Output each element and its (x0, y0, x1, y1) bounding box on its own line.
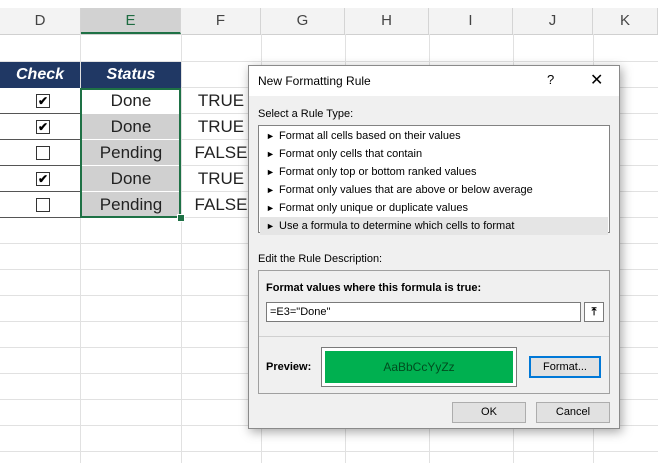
arrow-right-icon: ► (266, 149, 275, 159)
fill-handle[interactable] (177, 214, 185, 222)
arrow-right-icon: ► (266, 203, 275, 213)
grid-line (0, 451, 658, 452)
rule-description-panel: Format values where this formula is true… (258, 270, 610, 394)
rule-type-text: Use a formula to determine which cells t… (279, 220, 515, 232)
format-button[interactable]: Format... (529, 356, 601, 378)
dialog-titlebar[interactable]: New Formatting Rule ? ✕ (249, 66, 619, 96)
rule-type-label: Select a Rule Type: (258, 108, 354, 120)
rule-type-text: Format only values that are above or bel… (279, 184, 533, 196)
rule-type-item-selected[interactable]: ► Use a formula to determine which cells … (260, 217, 608, 235)
checkbox-row-5[interactable] (36, 198, 50, 212)
checkbox-row-3[interactable] (36, 146, 50, 160)
header-check[interactable]: Check (0, 62, 80, 88)
rule-type-list[interactable]: ► Format all cells based on their values … (258, 125, 610, 235)
header-status[interactable]: Status (81, 62, 181, 88)
ok-button[interactable]: OK (452, 402, 526, 423)
new-formatting-rule-dialog: New Formatting Rule ? ✕ Select a Rule Ty… (248, 65, 620, 429)
arrow-right-icon: ► (266, 221, 275, 231)
arrow-right-icon: ► (266, 131, 275, 141)
edit-description-label: Edit the Rule Description: (258, 253, 383, 265)
column-header-j[interactable]: J (513, 8, 593, 34)
row-border (0, 191, 80, 192)
toolbar-strip (0, 0, 658, 8)
close-button[interactable]: ✕ (590, 70, 603, 90)
column-header-row: D E F G H I J K (0, 8, 658, 35)
collapse-dialog-icon: ⤒ (591, 306, 597, 318)
column-header-h[interactable]: H (345, 8, 429, 34)
rule-description-inner: Format values where this formula is true… (259, 271, 609, 393)
rule-type-text: Format all cells based on their values (279, 130, 461, 142)
column-header-d[interactable]: D (0, 8, 81, 34)
row-border (0, 113, 80, 114)
checkbox-row-4[interactable]: ✔ (36, 172, 50, 186)
arrow-right-icon: ► (266, 185, 275, 195)
rule-type-text: Format only cells that contain (279, 148, 423, 160)
formula-input[interactable]: =E3="Done" (266, 302, 581, 322)
rule-type-text: Format only top or bottom ranked values (279, 166, 477, 178)
checkbox-row-2[interactable]: ✔ (36, 120, 50, 134)
preview-sample: AaBbCcYyZz (325, 351, 513, 383)
divider (259, 336, 609, 337)
rule-type-text: Format only unique or duplicate values (279, 202, 468, 214)
row-border (0, 217, 80, 218)
arrow-right-icon: ► (266, 167, 275, 177)
rule-type-item[interactable]: ► Format only unique or duplicate values (260, 199, 608, 217)
row-border (0, 139, 80, 140)
column-header-i[interactable]: I (429, 8, 513, 34)
column-header-k[interactable]: K (593, 8, 658, 34)
column-header-f[interactable]: F (181, 8, 261, 34)
rule-type-item[interactable]: ► Format only top or bottom ranked values (260, 163, 608, 181)
row-border (0, 165, 80, 166)
rule-type-item[interactable]: ► Format only values that are above or be… (260, 181, 608, 199)
cancel-button[interactable]: Cancel (536, 402, 610, 423)
help-button[interactable]: ? (547, 72, 554, 87)
column-header-e[interactable]: E (81, 8, 181, 34)
preview-label: Preview: (266, 361, 312, 373)
column-header-g[interactable]: G (261, 8, 345, 34)
preview-box: AaBbCcYyZz (321, 347, 517, 387)
selection-range (80, 88, 181, 218)
dialog-title: New Formatting Rule (258, 74, 371, 88)
checkbox-row-1[interactable]: ✔ (36, 94, 50, 108)
rule-type-item[interactable]: ► Format all cells based on their values (260, 127, 608, 145)
collapse-dialog-button[interactable]: ⤒ (584, 302, 604, 322)
formula-label: Format values where this formula is true… (266, 282, 482, 294)
rule-type-item[interactable]: ► Format only cells that contain (260, 145, 608, 163)
